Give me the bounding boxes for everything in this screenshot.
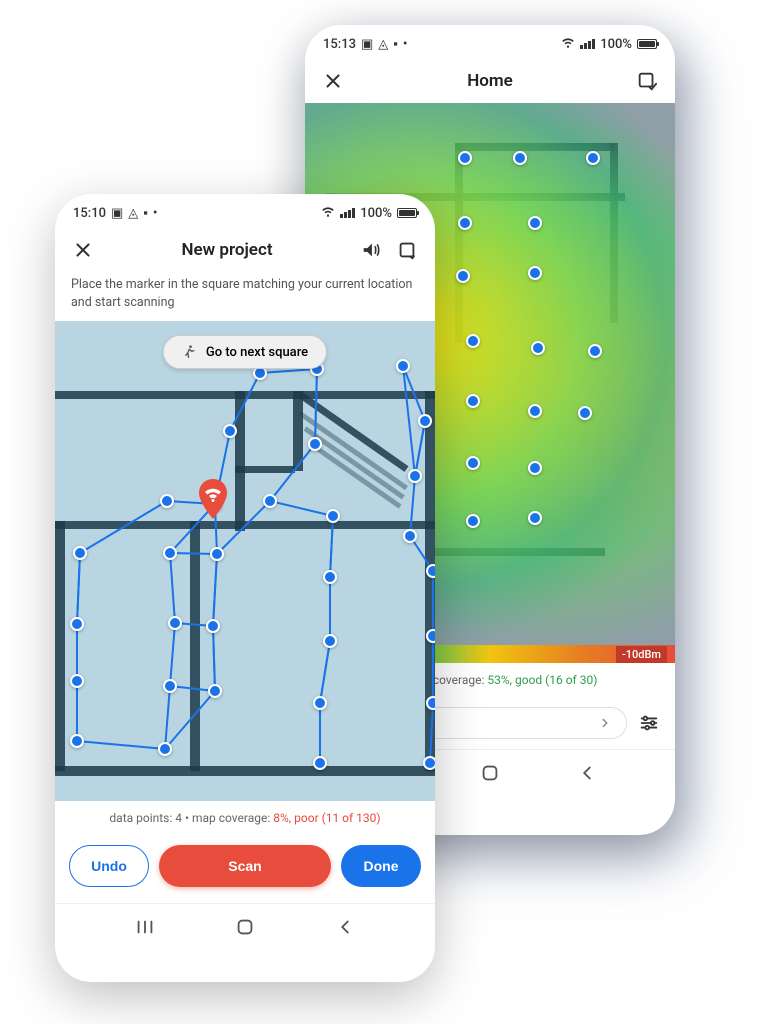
scan-point[interactable]: [163, 679, 177, 693]
scan-point[interactable]: [466, 514, 480, 528]
scan-point[interactable]: [528, 461, 542, 475]
stats-quality: 53%, good (16 of 30): [487, 673, 597, 687]
scan-point[interactable]: [423, 756, 435, 770]
scan-point[interactable]: [396, 359, 410, 373]
scan-point[interactable]: [456, 269, 470, 283]
scan-point[interactable]: [313, 756, 327, 770]
nav-home-icon[interactable]: [479, 762, 501, 784]
rotate-icon[interactable]: [395, 238, 419, 262]
scan-point[interactable]: [326, 509, 340, 523]
scan-point[interactable]: [163, 546, 177, 560]
phone-front: 15:10 ▣ ◬ ▪ • 100% New project Place the…: [55, 194, 435, 982]
status-bar: 15:10 ▣ ◬ ▪ • 100%: [55, 194, 435, 228]
scan-point[interactable]: [308, 437, 322, 451]
chevron-right-icon: [598, 716, 612, 730]
nav-back-icon[interactable]: [576, 762, 598, 784]
scan-point[interactable]: [208, 684, 222, 698]
scan-point[interactable]: [313, 696, 327, 710]
scan-point[interactable]: [426, 696, 435, 710]
undo-button[interactable]: Undo: [69, 845, 149, 887]
filter-icon[interactable]: [637, 711, 661, 735]
scan-point[interactable]: [206, 619, 220, 633]
battery-icon: [397, 208, 417, 218]
wifi-icon: [321, 204, 335, 222]
scan-point[interactable]: [168, 616, 182, 630]
stats-quality: 8%, poor (11 of 130): [273, 811, 380, 825]
volume-icon[interactable]: [359, 238, 383, 262]
scan-point[interactable]: [588, 344, 602, 358]
scan-point[interactable]: [70, 617, 84, 631]
scan-point[interactable]: [403, 529, 417, 543]
screenshot-icon: ▪: [143, 205, 148, 221]
scan-point[interactable]: [466, 334, 480, 348]
scan-button[interactable]: Scan: [159, 845, 331, 887]
scan-point[interactable]: [70, 674, 84, 688]
nav-home-icon[interactable]: [234, 916, 256, 938]
scan-point[interactable]: [426, 564, 435, 578]
scan-point[interactable]: [323, 634, 337, 648]
walk-icon: [182, 344, 198, 360]
status-time: 15:10: [73, 206, 106, 221]
scan-point[interactable]: [426, 629, 435, 643]
scan-point[interactable]: [408, 469, 422, 483]
scan-point[interactable]: [263, 494, 277, 508]
done-button[interactable]: Done: [341, 845, 421, 887]
cast-icon: ◬: [378, 37, 388, 52]
signal-icon: [340, 208, 355, 218]
scan-point[interactable]: [466, 456, 480, 470]
scan-point[interactable]: [73, 546, 87, 560]
scan-lines: [55, 321, 435, 801]
scan-point[interactable]: [528, 511, 542, 525]
scan-point[interactable]: [528, 404, 542, 418]
cast-icon: ◬: [128, 206, 138, 221]
close-icon[interactable]: [321, 69, 345, 93]
next-square-label: Go to next square: [206, 345, 308, 360]
scan-point[interactable]: [528, 216, 542, 230]
scan-point[interactable]: [70, 734, 84, 748]
scan-point[interactable]: [210, 547, 224, 561]
app-bar: New project: [55, 228, 435, 272]
gallery-icon: ▣: [111, 206, 123, 221]
nav-recents-icon[interactable]: [134, 916, 156, 938]
settings-check-icon[interactable]: [635, 69, 659, 93]
scan-point[interactable]: [586, 151, 600, 165]
scan-point[interactable]: [458, 151, 472, 165]
nav-back-icon[interactable]: [334, 916, 356, 938]
app-title: Home: [357, 71, 623, 91]
close-icon[interactable]: [71, 238, 95, 262]
app-bar: Home: [305, 59, 675, 103]
button-row: Undo Scan Done: [55, 835, 435, 903]
stats-bar: data points: 4 • map coverage: 8%, poor …: [55, 801, 435, 835]
legend-max: -10dBm: [616, 646, 667, 663]
battery-text: 100%: [360, 206, 392, 221]
scan-point[interactable]: [223, 424, 237, 438]
instruction-text: Place the marker in the square matching …: [55, 272, 435, 321]
scan-canvas[interactable]: Go to next square: [55, 321, 435, 801]
status-bar: 15:13 ▣ ◬ ▪ • 100%: [305, 25, 675, 59]
scan-point[interactable]: [458, 216, 472, 230]
scan-point[interactable]: [578, 406, 592, 420]
dot-icon: •: [153, 206, 158, 221]
signal-icon: [580, 39, 595, 49]
nav-bar: [55, 903, 435, 950]
scan-point[interactable]: [418, 414, 432, 428]
scan-point[interactable]: [160, 494, 174, 508]
stats-prefix: data points: 4 • map coverage:: [109, 811, 273, 825]
scan-point[interactable]: [513, 151, 527, 165]
scan-point[interactable]: [158, 742, 172, 756]
status-time: 15:13: [323, 37, 356, 52]
gallery-icon: ▣: [361, 37, 373, 52]
scan-point[interactable]: [528, 266, 542, 280]
app-title: New project: [107, 240, 347, 260]
scan-point[interactable]: [466, 394, 480, 408]
battery-icon: [637, 39, 657, 49]
scan-point[interactable]: [323, 570, 337, 584]
screenshot-icon: ▪: [393, 36, 398, 52]
battery-text: 100%: [600, 37, 632, 52]
dot-icon: •: [403, 37, 408, 52]
wifi-pin[interactable]: [197, 479, 229, 519]
scan-point[interactable]: [531, 341, 545, 355]
wifi-icon: [561, 35, 575, 53]
next-square-button[interactable]: Go to next square: [163, 335, 327, 369]
